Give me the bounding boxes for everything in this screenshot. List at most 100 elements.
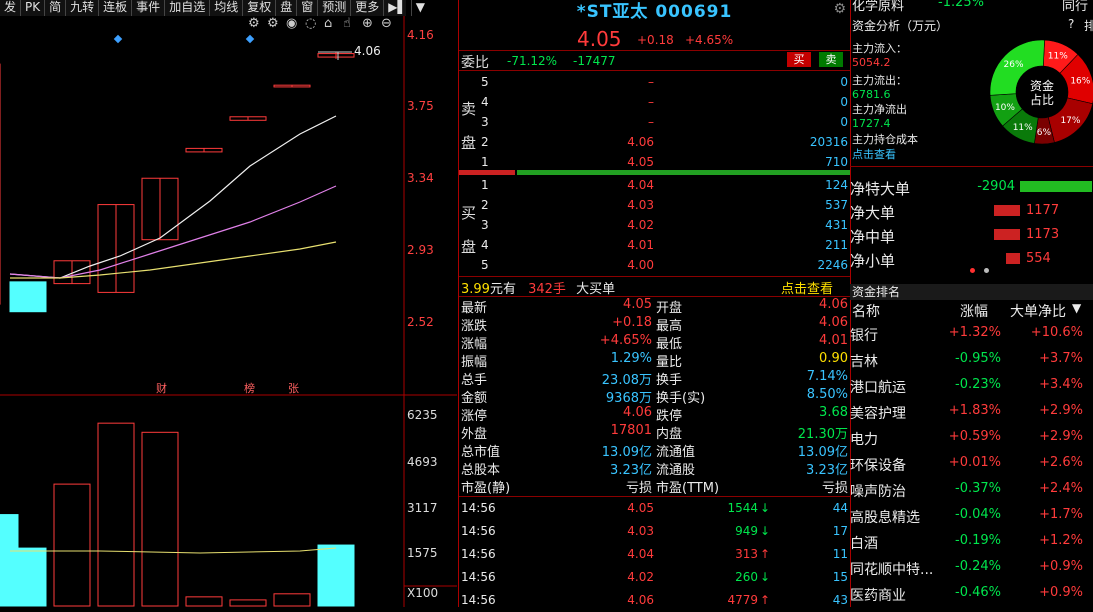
stat-row: 涨跌 +0.18 最高 4.06 — [461, 315, 848, 334]
buy-button[interactable]: 买 — [787, 52, 811, 67]
toolbar-item[interactable]: 连板 — [99, 0, 133, 16]
circle-icon[interactable]: ◌ — [305, 16, 316, 31]
stat-row: 总股本 3.23亿 流通股 3.23亿 — [461, 463, 848, 478]
rank-header-net[interactable]: 大单净比 — [1010, 301, 1066, 321]
rank-link[interactable]: 排 — [1084, 17, 1093, 34]
settings-icon[interactable]: ⚙ — [248, 16, 260, 31]
kline-chart[interactable] — [0, 16, 457, 607]
sell-order-row[interactable]: 5–0 — [459, 73, 850, 93]
buy-order-row[interactable]: 1 4.04 124 — [459, 176, 850, 196]
tick-row[interactable]: 14:56 4.03 949 ↓ 17 — [459, 520, 850, 543]
donut-slice-label: 10% — [995, 103, 1015, 113]
toolbar-item[interactable]: 预测 — [318, 0, 352, 16]
toolbar-item[interactable]: 九转 — [66, 0, 100, 16]
rank-header-pct[interactable]: 涨幅 — [960, 301, 988, 321]
toolbar-item[interactable]: PK — [21, 0, 46, 16]
net-flow-row: 净特大单 -2904 — [850, 176, 1093, 200]
weibi-value: -17477 — [573, 54, 616, 68]
arrow-down-icon: ↓ — [760, 570, 771, 584]
donut-slice-label: 6% — [1037, 128, 1052, 138]
rank-row[interactable]: 同花顺中特... -0.24% +0.9% — [850, 555, 1093, 581]
rank-row[interactable]: 美容护理 +1.83% +2.9% — [850, 399, 1093, 425]
sort-desc-icon[interactable]: ▼ — [1072, 301, 1081, 315]
toolbar-item[interactable]: 均线 — [210, 0, 244, 16]
help-icon[interactable]: ? — [1068, 17, 1074, 31]
event-label[interactable]: 张 — [288, 380, 299, 396]
stat-row: 外盘 17801 内盘 21.30万 — [461, 423, 848, 442]
stat-row: 总市值 13.09亿 流通值 13.09亿 — [461, 445, 848, 460]
rank-row[interactable]: 电力 +0.59% +2.9% — [850, 425, 1093, 451]
net-label: 主力净流出 — [852, 103, 907, 116]
volume-bar — [53, 483, 91, 607]
sell-order-row[interactable]: 3–0 — [459, 113, 850, 133]
donut-slice-label: 26% — [1004, 60, 1024, 70]
donut-slice-label: 11% — [1048, 51, 1068, 61]
toolbar-item[interactable]: 加自选 — [165, 0, 211, 16]
home-icon[interactable]: ⌂ — [324, 16, 332, 31]
sell-button[interactable]: 卖 — [819, 52, 843, 67]
toolbar-item[interactable]: 发 — [0, 0, 22, 16]
gear-icon[interactable]: ⚙ — [267, 16, 279, 31]
toolbar-item[interactable]: 更多 — [351, 0, 385, 16]
buy-order-row[interactable]: 5 4.00 2246 — [459, 256, 850, 276]
tick-row[interactable]: 14:56 4.05 1544 ↓ 44 — [459, 497, 850, 520]
industry-more[interactable]: 同行 — [1062, 0, 1088, 14]
tick-row[interactable]: 14:56 4.04 313 ↑ 11 — [459, 543, 850, 566]
toolbar-item[interactable]: 盘 — [276, 0, 298, 16]
dropdown-icon[interactable]: ▼ — [412, 0, 429, 16]
page-dot-active[interactable] — [970, 268, 975, 273]
buy-order-row[interactable]: 3 4.02 431 — [459, 216, 850, 236]
toolbar-item[interactable]: 窗 — [297, 0, 319, 16]
rank-row[interactable]: 噪声防治 -0.37% +2.4% — [850, 477, 1093, 503]
zoom-out-icon[interactable]: ⊖ — [381, 16, 392, 31]
donut-slice-label: 17% — [1060, 116, 1080, 126]
stat-row: 最新 4.05 开盘 4.06 — [461, 297, 848, 316]
tick-row[interactable]: 14:56 4.02 260 ↓ 15 — [459, 566, 850, 589]
ma10-line — [9, 185, 337, 279]
buy-order-row[interactable]: 2 4.03 537 — [459, 196, 850, 216]
sell-order-row[interactable]: 4–0 — [459, 93, 850, 113]
volume-axis-label: 6235 — [407, 408, 438, 422]
hand-icon[interactable]: ☝ — [343, 16, 351, 31]
tick-row[interactable]: 14:56 4.06 4779 ↑ 43 — [459, 589, 850, 612]
donut-center-label: 占比 — [1030, 92, 1054, 107]
toolbar-item[interactable]: 事件 — [132, 0, 166, 16]
net-value: 1727.4 — [852, 117, 891, 130]
big-order-link[interactable]: 点击查看 — [781, 278, 833, 297]
page-dot[interactable] — [984, 268, 989, 273]
cost-label: 主力持仓成本 — [852, 133, 918, 146]
cost-link[interactable]: 点击查看 — [852, 146, 896, 162]
rank-row[interactable]: 白酒 -0.19% +1.2% — [850, 529, 1093, 555]
settings-icon[interactable]: ⚙ — [833, 1, 846, 17]
event-label[interactable]: 财 — [156, 380, 167, 396]
rank-row[interactable]: 银行 +1.32% +10.6% — [850, 321, 1093, 347]
order-ratio-bar-buy — [517, 170, 850, 175]
industry-name[interactable]: 化学原料 — [852, 0, 904, 14]
rank-row[interactable]: 医药商业 -0.46% +0.9% — [850, 581, 1093, 607]
toolbar-item[interactable]: 复权 — [243, 0, 277, 16]
expand-icon[interactable]: ▶▌ — [384, 0, 412, 16]
flow-bar — [1020, 181, 1092, 192]
toolbar-item[interactable]: 简 — [45, 0, 67, 16]
rank-row[interactable]: 吉林 -0.95% +3.7% — [850, 347, 1093, 373]
price-axis-label: 3.75 — [407, 99, 434, 113]
event-label[interactable]: 榜 — [244, 380, 255, 396]
volume-bar — [141, 431, 179, 607]
stat-row: 市盈(静) 亏损 市盈(TTM) 亏损 — [461, 481, 848, 496]
rank-header-name[interactable]: 名称 — [852, 301, 880, 321]
order-ratio-bar-sell — [459, 170, 515, 175]
donut-slice-label: 11% — [1013, 123, 1033, 133]
donut-center-label: 资金 — [1030, 78, 1054, 93]
arrow-down-icon: ↓ — [760, 501, 771, 515]
zoom-in-icon[interactable]: ⊕ — [362, 16, 373, 31]
rank-row[interactable]: 港口航运 -0.23% +3.4% — [850, 373, 1093, 399]
sell-order-row[interactable]: 2 4.06 20316 — [459, 133, 850, 153]
net-flow-row: 净大单 1177 — [850, 203, 1060, 222]
price-change-pct: +4.65% — [685, 33, 734, 47]
industry-pct: -1.25% — [938, 0, 984, 10]
buy-order-row[interactable]: 4 4.01 211 — [459, 236, 850, 256]
volume-bar — [97, 422, 135, 607]
eye-icon[interactable]: ◉ — [286, 16, 297, 31]
rank-row[interactable]: 高股息精选 -0.04% +1.7% — [850, 503, 1093, 529]
rank-row[interactable]: 环保设备 +0.01% +2.6% — [850, 451, 1093, 477]
